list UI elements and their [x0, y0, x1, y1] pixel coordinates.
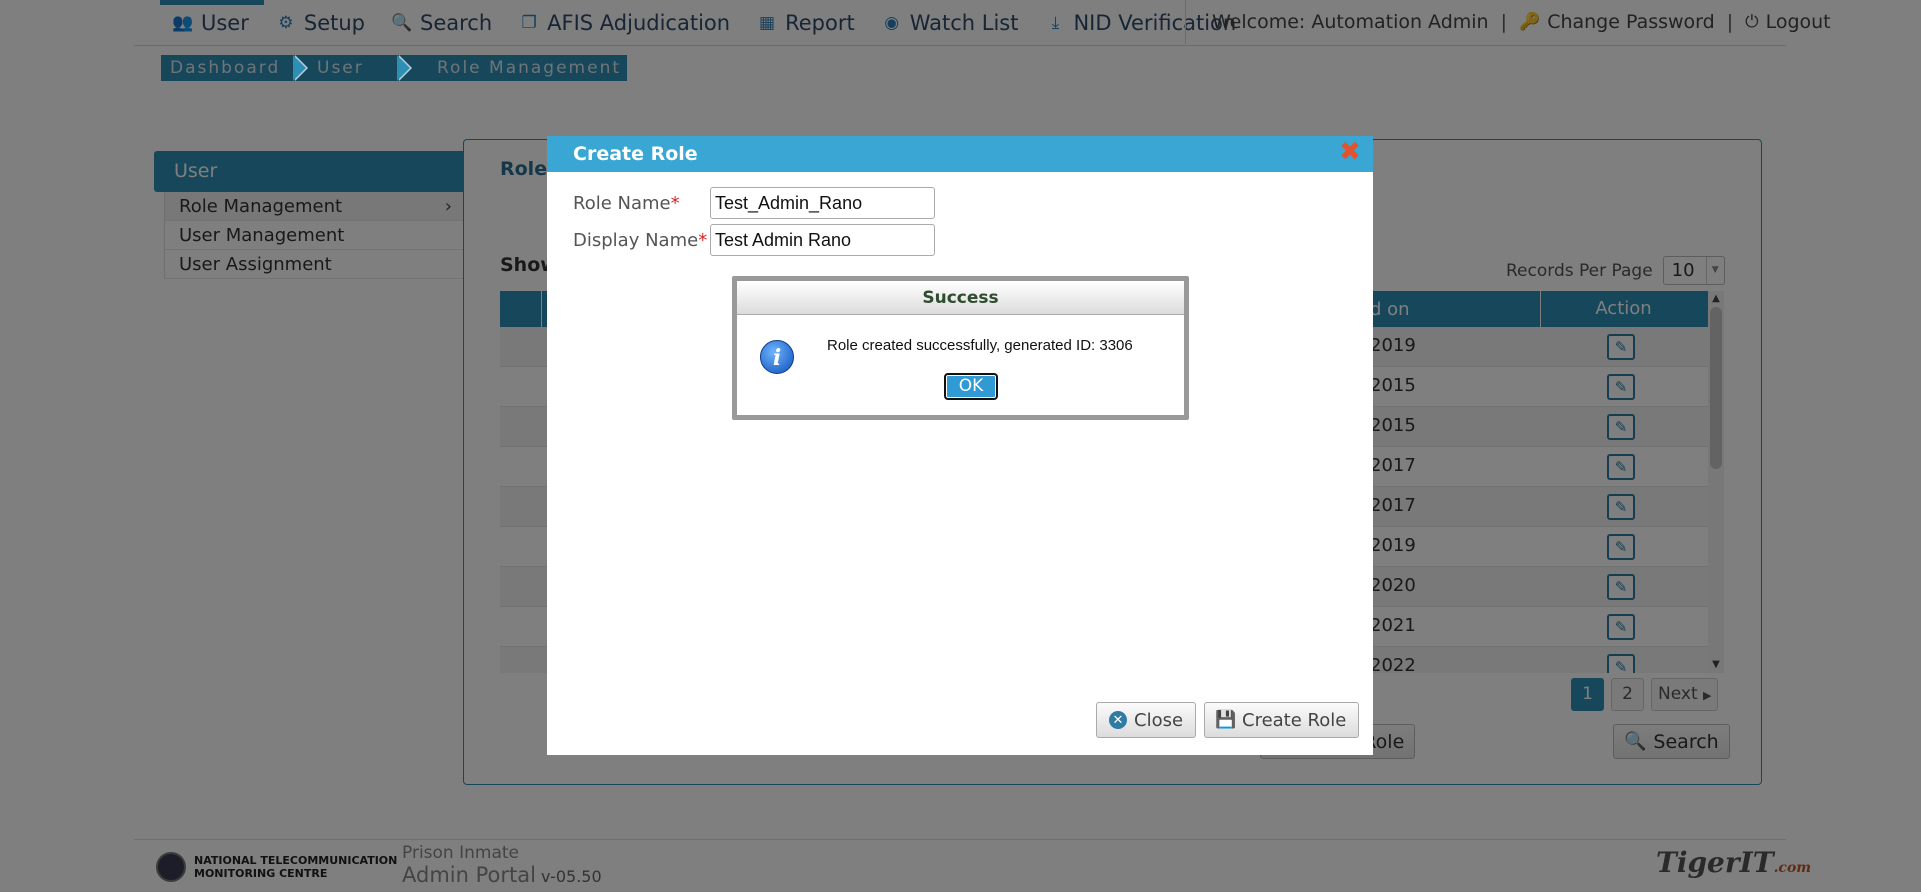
create-role-dialog: Create Role ✖ Role Name* Display Name* ✕… — [547, 136, 1373, 755]
role-name-row: Role Name* — [573, 187, 935, 219]
success-alert: Success i Role created successfully, gen… — [732, 276, 1189, 420]
dialog-title-bar: Create Role ✖ — [547, 136, 1373, 172]
close-icon[interactable]: ✖ — [1337, 139, 1363, 166]
display-name-row: Display Name* — [573, 224, 935, 256]
alert-message: Role created successfully, generated ID:… — [827, 337, 1133, 354]
info-icon: i — [760, 340, 794, 374]
role-name-input[interactable] — [710, 187, 935, 219]
close-circle-icon: ✕ — [1109, 711, 1127, 729]
dialog-close-button[interactable]: ✕ Close — [1096, 702, 1197, 738]
save-icon: 💾 — [1215, 710, 1237, 730]
alert-title: Success — [737, 281, 1184, 315]
display-name-input[interactable] — [710, 224, 935, 256]
ok-button[interactable]: OK — [944, 373, 998, 400]
dialog-create-role-button[interactable]: 💾 Create Role — [1204, 702, 1360, 738]
